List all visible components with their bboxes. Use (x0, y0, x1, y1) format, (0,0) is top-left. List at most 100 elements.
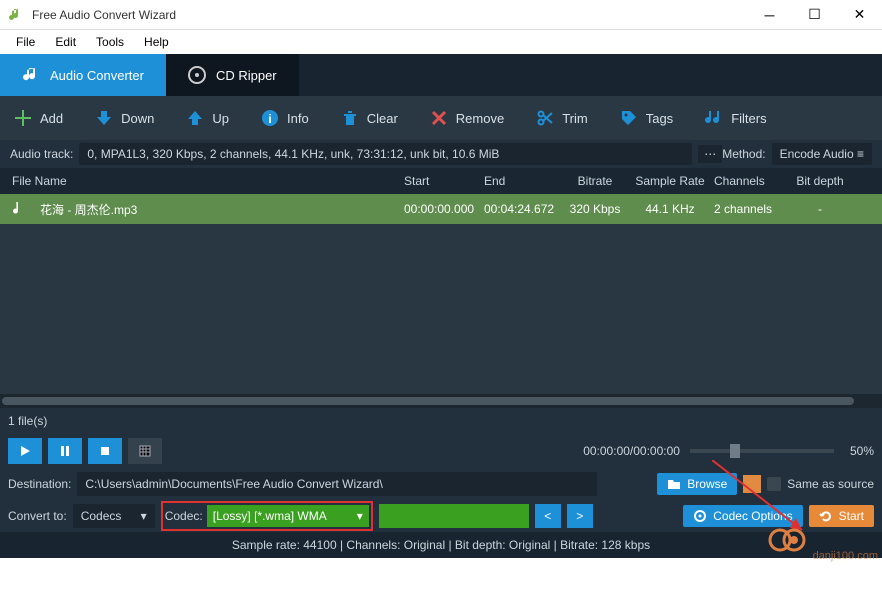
file-count: 1 file(s) (0, 408, 882, 434)
list-body (0, 224, 882, 394)
up-button[interactable]: Up (186, 109, 229, 127)
menu-edit[interactable]: Edit (45, 35, 86, 49)
disc-icon (188, 66, 206, 84)
destination-path[interactable]: C:\Users\admin\Documents\Free Audio Conv… (77, 472, 597, 496)
codec-combo[interactable]: [Lossy] [*.wma] WMA ▾ (207, 505, 369, 527)
arrow-down-icon (95, 109, 113, 127)
button-label: Browse (687, 477, 727, 491)
col-start[interactable]: Start (400, 174, 480, 188)
orange-indicator (743, 475, 761, 493)
cell-filename: 花海 - 周杰伦.mp3 (40, 201, 137, 218)
menu-help[interactable]: Help (134, 35, 179, 49)
same-as-source-checkbox[interactable] (767, 477, 781, 491)
filters-button[interactable]: Filters (705, 109, 766, 127)
codec-extra-bar (379, 504, 529, 528)
list-header: File Name Start End Bitrate Sample Rate … (0, 168, 882, 194)
start-button[interactable]: Start (809, 505, 874, 527)
tab-audio-converter[interactable]: Audio Converter (0, 54, 166, 96)
method-dropdown[interactable]: Encode Audio ≡ (772, 143, 872, 165)
cell-channels: 2 channels (710, 202, 790, 216)
play-icon (19, 445, 31, 457)
watermark-logo (768, 526, 808, 554)
titlebar: Free Audio Convert Wizard ─ ☐ ✕ (0, 0, 882, 30)
codec-options-button[interactable]: Codec Options (683, 505, 802, 527)
codecs-dropdown[interactable]: Codecs ▾ (73, 504, 155, 528)
convert-to-label: Convert to: (8, 509, 67, 523)
col-channels[interactable]: Channels (710, 174, 790, 188)
down-button[interactable]: Down (95, 109, 154, 127)
music-note-icon (22, 66, 40, 84)
add-button[interactable]: Add (14, 109, 63, 127)
stop-icon (99, 445, 111, 457)
info-icon: i (261, 109, 279, 127)
prev-codec-button[interactable]: < (535, 504, 561, 528)
time-display: 00:00:00/00:00:00 (583, 444, 680, 458)
button-label: Trim (562, 111, 588, 126)
chevron-down-icon: ▾ (141, 509, 147, 523)
menu-tools[interactable]: Tools (86, 35, 134, 49)
folder-icon (667, 478, 681, 490)
refresh-icon (819, 509, 833, 523)
watermark-text: danji100.com (813, 550, 878, 562)
table-row[interactable]: 花海 - 周杰伦.mp3 00:00:00.000 00:04:24.672 3… (0, 194, 882, 224)
window-title: Free Audio Convert Wizard (32, 8, 747, 22)
audio-track-label: Audio track: (10, 147, 73, 161)
play-button[interactable] (8, 438, 42, 464)
app-icon (8, 7, 24, 23)
plus-icon (14, 109, 32, 127)
filters-icon (705, 109, 723, 127)
horizontal-scrollbar[interactable] (0, 394, 882, 408)
tabs: Audio Converter CD Ripper (0, 54, 882, 96)
stop-button[interactable] (88, 438, 122, 464)
audio-track-more-button[interactable]: ⋯ (698, 145, 722, 163)
cell-end: 00:04:24.672 (480, 202, 560, 216)
button-label: Up (212, 111, 229, 126)
col-filename[interactable]: File Name (10, 174, 400, 188)
grid-icon (139, 445, 151, 457)
col-bitdepth[interactable]: Bit depth (790, 174, 850, 188)
close-button[interactable]: ✕ (837, 0, 882, 30)
next-codec-button[interactable]: > (567, 504, 593, 528)
button-label: Start (839, 509, 864, 523)
slider-thumb[interactable] (730, 444, 740, 458)
method-label: Method: (722, 147, 765, 161)
audio-track-value[interactable]: 0, MPA1L3, 320 Kbps, 2 channels, 44.1 KH… (79, 143, 692, 165)
gear-icon (693, 509, 707, 523)
grid-button[interactable] (128, 438, 162, 464)
tags-button[interactable]: Tags (620, 109, 673, 127)
menubar: File Edit Tools Help (0, 30, 882, 54)
tag-icon (620, 109, 638, 127)
music-note-icon (12, 201, 28, 217)
cell-bitdepth: - (790, 202, 850, 216)
col-bitrate[interactable]: Bitrate (560, 174, 630, 188)
position-slider[interactable] (690, 449, 834, 453)
col-end[interactable]: End (480, 174, 560, 188)
destination-row: Destination: C:\Users\admin\Documents\Fr… (0, 468, 882, 500)
toolbar: Add Down Up i Info Clear Remove Trim Tag… (0, 96, 882, 140)
info-button[interactable]: i Info (261, 109, 309, 127)
browse-button[interactable]: Browse (657, 473, 737, 495)
pause-button[interactable] (48, 438, 82, 464)
col-samplerate[interactable]: Sample Rate (630, 174, 710, 188)
audio-track-info: Audio track: 0, MPA1L3, 320 Kbps, 2 chan… (0, 140, 882, 168)
chevron-down-icon: ▾ (357, 509, 363, 523)
svg-text:i: i (268, 112, 271, 126)
x-icon (430, 109, 448, 127)
button-label: Tags (646, 111, 673, 126)
tab-cd-ripper[interactable]: CD Ripper (166, 54, 299, 96)
trash-icon (341, 109, 359, 127)
button-label: Add (40, 111, 63, 126)
remove-button[interactable]: Remove (430, 109, 504, 127)
destination-label: Destination: (8, 477, 71, 491)
cell-samplerate: 44.1 KHz (630, 202, 710, 216)
scroll-thumb[interactable] (2, 397, 854, 405)
minimize-button[interactable]: ─ (747, 0, 792, 30)
menu-file[interactable]: File (6, 35, 45, 49)
maximize-button[interactable]: ☐ (792, 0, 837, 30)
trim-button[interactable]: Trim (536, 109, 588, 127)
dropdown-value: Codecs (81, 509, 122, 523)
arrow-up-icon (186, 109, 204, 127)
clear-button[interactable]: Clear (341, 109, 398, 127)
tab-label: Audio Converter (50, 68, 144, 83)
scissors-icon (536, 109, 554, 127)
